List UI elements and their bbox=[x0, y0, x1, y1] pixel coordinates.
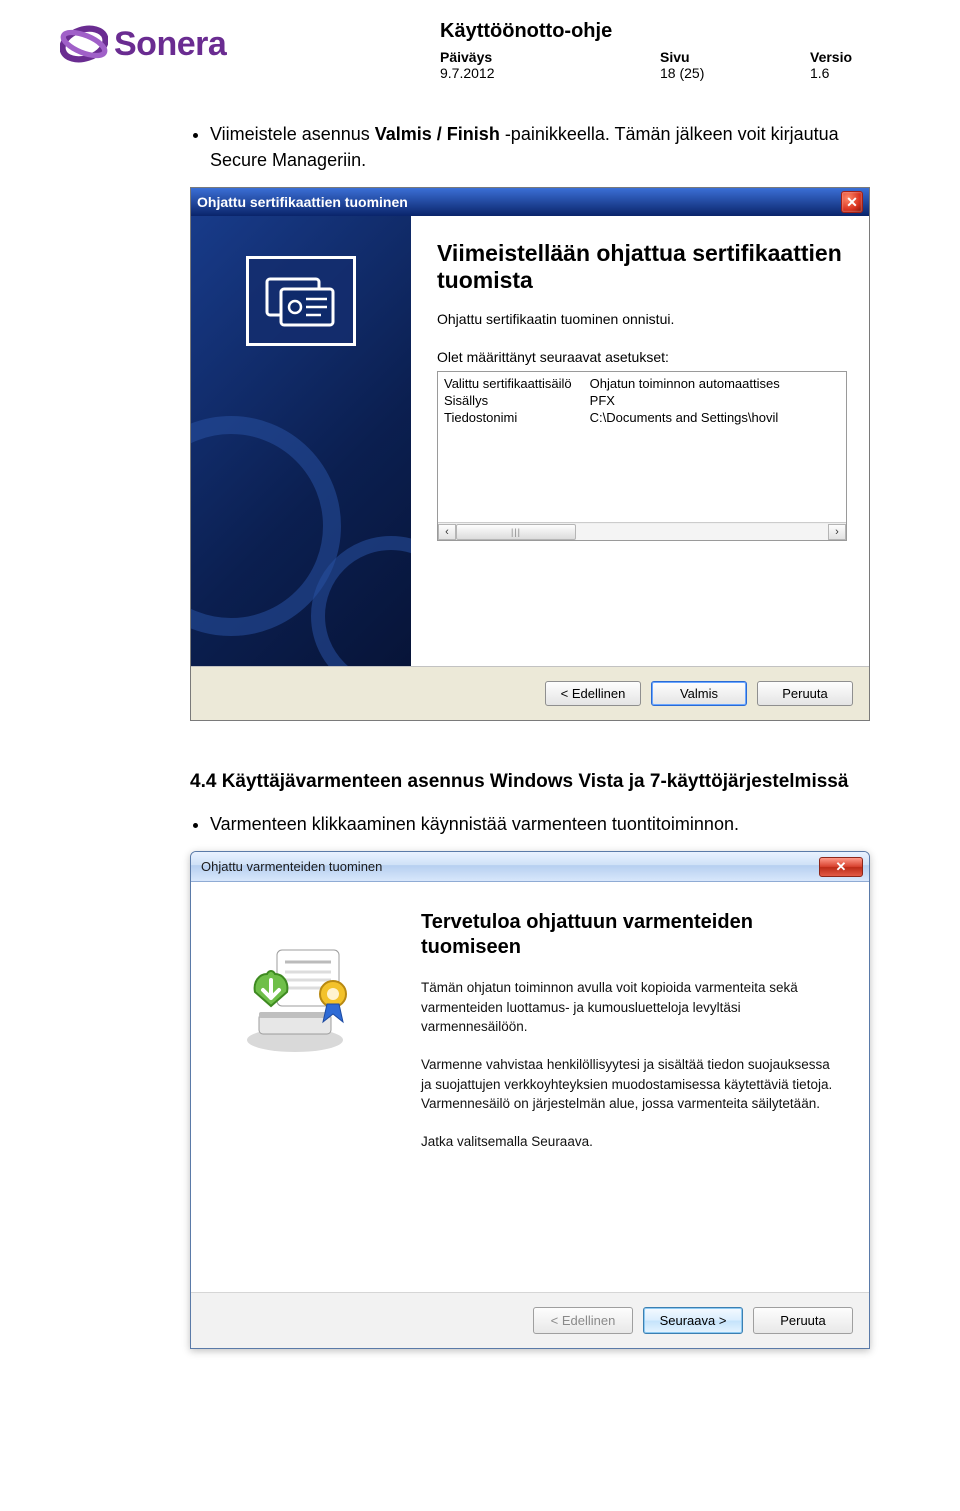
xp-window-title: Ohjattu sertifikaattien tuominen bbox=[197, 194, 841, 210]
instruction-click-cert: Varmenteen klikkaaminen käynnistää varme… bbox=[210, 811, 890, 837]
xp-row3-key: Tiedostonimi bbox=[444, 410, 572, 425]
doc-title: Käyttöönotto-ohje bbox=[440, 20, 900, 43]
brand-name: Sonera bbox=[114, 25, 226, 64]
finish-button[interactable]: Valmis bbox=[651, 681, 747, 706]
horizontal-scrollbar[interactable]: ‹ ||| › bbox=[438, 522, 846, 540]
w7-window-title: Ohjattu varmenteiden tuominen bbox=[197, 859, 819, 874]
xp-row2-key: Sisällys bbox=[444, 393, 572, 408]
brand-logo: Sonera bbox=[60, 20, 226, 68]
w7-paragraph-3: Jatka valitsemalla Seuraava. bbox=[421, 1132, 841, 1152]
w7-heading: Tervetuloa ohjattuun varmenteiden tuomis… bbox=[421, 910, 841, 960]
scroll-left-icon[interactable]: ‹ bbox=[438, 524, 456, 540]
next-button[interactable]: Seuraava > bbox=[643, 1307, 743, 1334]
meta-version-value: 1.6 bbox=[810, 65, 829, 81]
certificate-icon bbox=[246, 256, 356, 346]
w7-side-graphic bbox=[191, 882, 411, 1292]
xp-wizard-window: Ohjattu sertifikaattien tuominen ✕ bbox=[190, 187, 870, 721]
xp-button-bar: < Edellinen Valmis Peruuta bbox=[191, 667, 869, 720]
xp-settings-label: Olet määrittänyt seuraavat asetukset: bbox=[437, 349, 847, 365]
meta-page-label: Sivu bbox=[660, 49, 690, 65]
meta-date-label: Päiväys bbox=[440, 49, 492, 65]
back-button: < Edellinen bbox=[533, 1307, 633, 1334]
certificate-import-icon bbox=[231, 936, 371, 1056]
xp-row1-key: Valittu sertifikaattisäilö bbox=[444, 376, 572, 391]
xp-side-graphic bbox=[191, 216, 411, 666]
xp-row1-val: Ohjatun toiminnon automaattises bbox=[590, 376, 780, 391]
instruction-list: Viimeistele asennus Valmis / Finish -pai… bbox=[190, 121, 890, 173]
close-icon[interactable]: ✕ bbox=[819, 857, 863, 877]
back-button[interactable]: < Edellinen bbox=[545, 681, 641, 706]
xp-settings-list: Valittu sertifikaattisäilö Sisällys Tied… bbox=[437, 371, 847, 541]
page-header: Sonera Käyttöönotto-ohje Päiväys Sivu Ve… bbox=[60, 20, 900, 81]
meta-date-value: 9.7.2012 bbox=[440, 65, 495, 81]
scroll-right-icon[interactable]: › bbox=[828, 524, 846, 540]
w7-paragraph-1: Tämän ohjatun toiminnon avulla voit kopi… bbox=[421, 978, 841, 1037]
xp-row2-val: PFX bbox=[590, 393, 780, 408]
section-heading: 4.4 Käyttäjävarmenteen asennus Windows V… bbox=[190, 771, 890, 793]
cancel-button[interactable]: Peruuta bbox=[753, 1307, 853, 1334]
xp-titlebar: Ohjattu sertifikaattien tuominen ✕ bbox=[191, 188, 869, 216]
w7-wizard-window: Ohjattu varmenteiden tuominen ✕ bbox=[190, 851, 870, 1349]
xp-row3-val: C:\Documents and Settings\hovil bbox=[590, 410, 780, 425]
instruction-list-2: Varmenteen klikkaaminen käynnistää varme… bbox=[190, 811, 890, 837]
meta-page-value: 18 (25) bbox=[660, 65, 704, 81]
instruction-finish: Viimeistele asennus Valmis / Finish -pai… bbox=[210, 121, 890, 173]
w7-paragraph-2: Varmenne vahvistaa henkilöllisyytesi ja … bbox=[421, 1055, 841, 1114]
close-icon[interactable]: ✕ bbox=[841, 191, 863, 213]
cancel-button[interactable]: Peruuta bbox=[757, 681, 853, 706]
scroll-thumb[interactable]: ||| bbox=[456, 524, 576, 540]
xp-heading: Viimeistellään ohjattua sertifikaattien … bbox=[437, 240, 847, 293]
w7-button-bar: < Edellinen Seuraava > Peruuta bbox=[191, 1293, 869, 1348]
meta-version-label: Versio bbox=[810, 49, 852, 65]
xp-success-text: Ohjattu sertifikaatin tuominen onnistui. bbox=[437, 311, 847, 327]
w7-titlebar: Ohjattu varmenteiden tuominen ✕ bbox=[191, 852, 869, 882]
sonera-logo-icon bbox=[60, 20, 108, 68]
